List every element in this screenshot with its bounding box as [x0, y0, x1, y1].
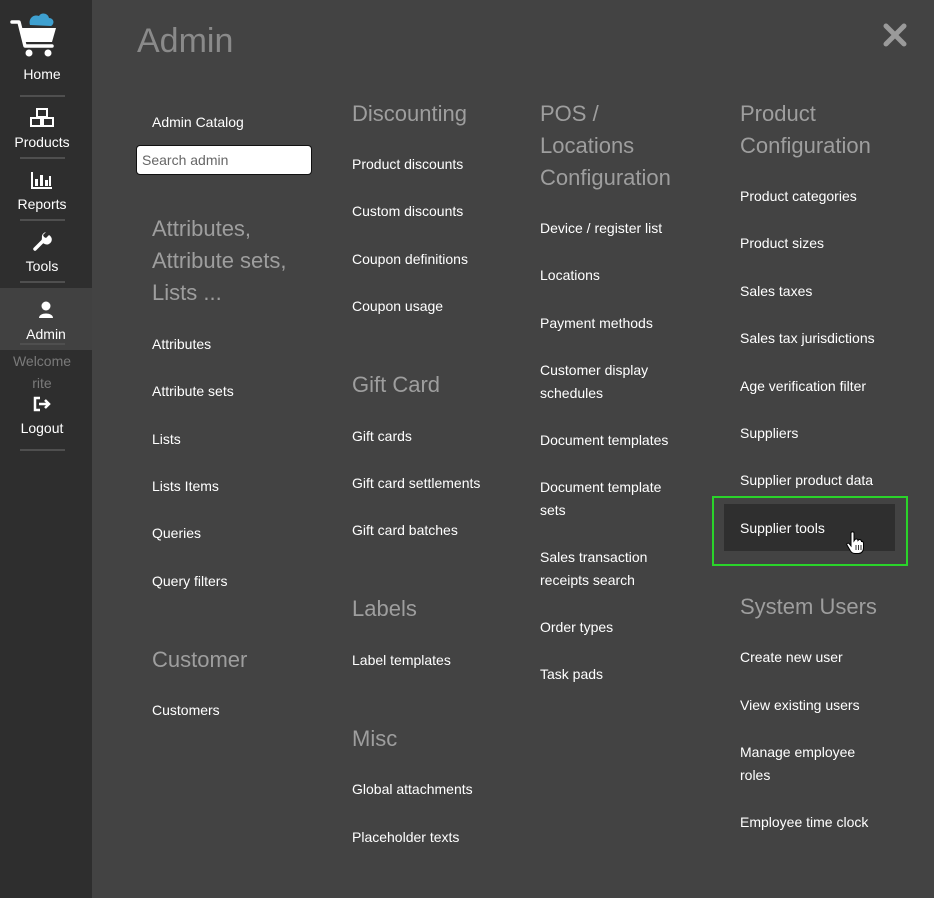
link-global-attachments[interactable]: Global attachments: [352, 778, 473, 801]
section-title-gift-card: Gift Card: [352, 372, 441, 397]
section-title-product-configuration: Product Configuration: [740, 98, 871, 162]
close-icon[interactable]: [882, 22, 908, 48]
link-manage-employee-roles[interactable]: Manage employee roles: [740, 741, 855, 786]
section-title-line: Locations: [540, 133, 635, 158]
link-customers[interactable]: Customers: [152, 699, 220, 722]
link-custom-discounts[interactable]: Custom discounts: [352, 200, 463, 223]
sidebar: Home Products Reports Tools Admin Welcom…: [0, 0, 92, 898]
section-title-attributes: Attributes, Attribute sets, Lists ...: [152, 213, 287, 309]
link-view-existing-users[interactable]: View existing users: [740, 694, 860, 717]
bar-chart-icon: [31, 170, 53, 190]
sidebar-item-tools[interactable]: Tools: [0, 220, 84, 282]
link-coupon-usage[interactable]: Coupon usage: [352, 295, 443, 318]
link-placeholder-texts[interactable]: Placeholder texts: [352, 826, 459, 849]
link-product-sizes[interactable]: Product sizes: [740, 232, 824, 255]
section-title-line: POS /: [540, 101, 599, 126]
section-title-line: Attributes,: [152, 216, 252, 241]
link-document-templates[interactable]: Document templates: [540, 429, 668, 452]
sidebar-item-home[interactable]: Home: [0, 28, 84, 90]
link-supplier-tools[interactable]: Supplier tools: [740, 517, 825, 540]
link-line: Document template: [540, 479, 662, 495]
link-device-register-list[interactable]: Device / register list: [540, 217, 662, 240]
link-line: receipts search: [540, 571, 635, 588]
sidebar-item-label: Products: [14, 134, 70, 150]
section-title-line: Configuration: [540, 165, 671, 190]
divider: [20, 281, 65, 283]
link-lists[interactable]: Lists: [152, 428, 181, 451]
link-sales-tax-jurisdictions[interactable]: Sales tax jurisdictions: [740, 327, 875, 350]
link-label-templates[interactable]: Label templates: [352, 649, 451, 672]
link-create-new-user[interactable]: Create new user: [740, 646, 843, 669]
link-line: schedules: [540, 384, 604, 401]
link-product-discounts[interactable]: Product discounts: [352, 153, 463, 176]
boxes-icon: [30, 108, 54, 128]
link-order-types[interactable]: Order types: [540, 616, 613, 639]
section-title-labels: Labels: [352, 596, 417, 621]
sidebar-item-label: Logout: [20, 420, 64, 436]
link-sales-transaction-receipts-search[interactable]: Sales transaction receipts search: [540, 546, 647, 591]
link-coupon-definitions[interactable]: Coupon definitions: [352, 248, 468, 271]
section-title-misc: Misc: [352, 726, 398, 751]
link-task-pads[interactable]: Task pads: [540, 663, 603, 686]
link-gift-cards[interactable]: Gift cards: [352, 425, 412, 448]
link-product-categories[interactable]: Product categories: [740, 185, 857, 208]
link-attributes[interactable]: Attributes: [152, 333, 211, 356]
welcome-text: Welcome: [12, 353, 72, 369]
search-admin-input[interactable]: [137, 146, 311, 174]
link-customer-display-schedules[interactable]: Customer display schedules: [540, 359, 648, 404]
link-document-template-sets[interactable]: Document template sets: [540, 476, 661, 521]
link-admin-catalog[interactable]: Admin Catalog: [152, 111, 244, 134]
section-title-line: Lists ...: [152, 280, 222, 305]
sidebar-item-products[interactable]: Products: [0, 96, 84, 158]
divider: [20, 449, 65, 451]
section-title-line: Product: [740, 101, 816, 126]
sidebar-item-label: Tools: [25, 258, 59, 274]
link-locations[interactable]: Locations: [540, 264, 600, 287]
link-age-verification-filter[interactable]: Age verification filter: [740, 375, 866, 398]
link-line: Customer display: [540, 362, 649, 378]
sidebar-item-admin[interactable]: Admin: [0, 288, 92, 350]
admin-panel: Admin Admin Catalog Attributes, Attribut…: [92, 0, 934, 898]
link-suppliers[interactable]: Suppliers: [740, 422, 798, 445]
section-title-customer: Customer: [152, 647, 248, 672]
link-attribute-sets[interactable]: Attribute sets: [152, 380, 234, 403]
link-sales-taxes[interactable]: Sales taxes: [740, 280, 812, 303]
link-line: roles: [740, 766, 771, 783]
section-title-line: Configuration: [740, 133, 871, 158]
link-payment-methods[interactable]: Payment methods: [540, 312, 653, 335]
sidebar-item-label: Admin: [26, 326, 66, 342]
section-title-system-users: System Users: [740, 594, 877, 619]
sidebar-item-label: Home: [23, 66, 61, 82]
sign-out-icon: [33, 394, 51, 414]
link-line: sets: [540, 501, 566, 518]
wrench-icon: [32, 232, 52, 252]
link-employee-time-clock[interactable]: Employee time clock: [740, 811, 868, 834]
section-title-line: Attribute sets,: [152, 248, 287, 273]
section-title-pos-locations: POS / Locations Configuration: [540, 98, 671, 194]
section-title-discounting: Discounting: [352, 101, 467, 126]
link-line: Sales transaction: [540, 549, 648, 565]
link-gift-card-batches[interactable]: Gift card batches: [352, 519, 458, 542]
divider: [20, 343, 65, 345]
link-lists-items[interactable]: Lists Items: [152, 475, 219, 498]
hand-pointer-icon: [846, 531, 864, 554]
sidebar-item-logout[interactable]: Logout: [0, 388, 84, 444]
link-gift-card-settlements[interactable]: Gift card settlements: [352, 472, 480, 495]
sidebar-item-label: Reports: [17, 196, 67, 212]
page-title: Admin: [137, 22, 234, 60]
link-queries[interactable]: Queries: [152, 522, 201, 545]
sidebar-item-reports[interactable]: Reports: [0, 158, 84, 220]
link-query-filters[interactable]: Query filters: [152, 570, 227, 593]
link-supplier-product-data[interactable]: Supplier product data: [740, 469, 873, 492]
user-icon: [38, 300, 54, 320]
link-line: Manage employee: [740, 744, 856, 760]
